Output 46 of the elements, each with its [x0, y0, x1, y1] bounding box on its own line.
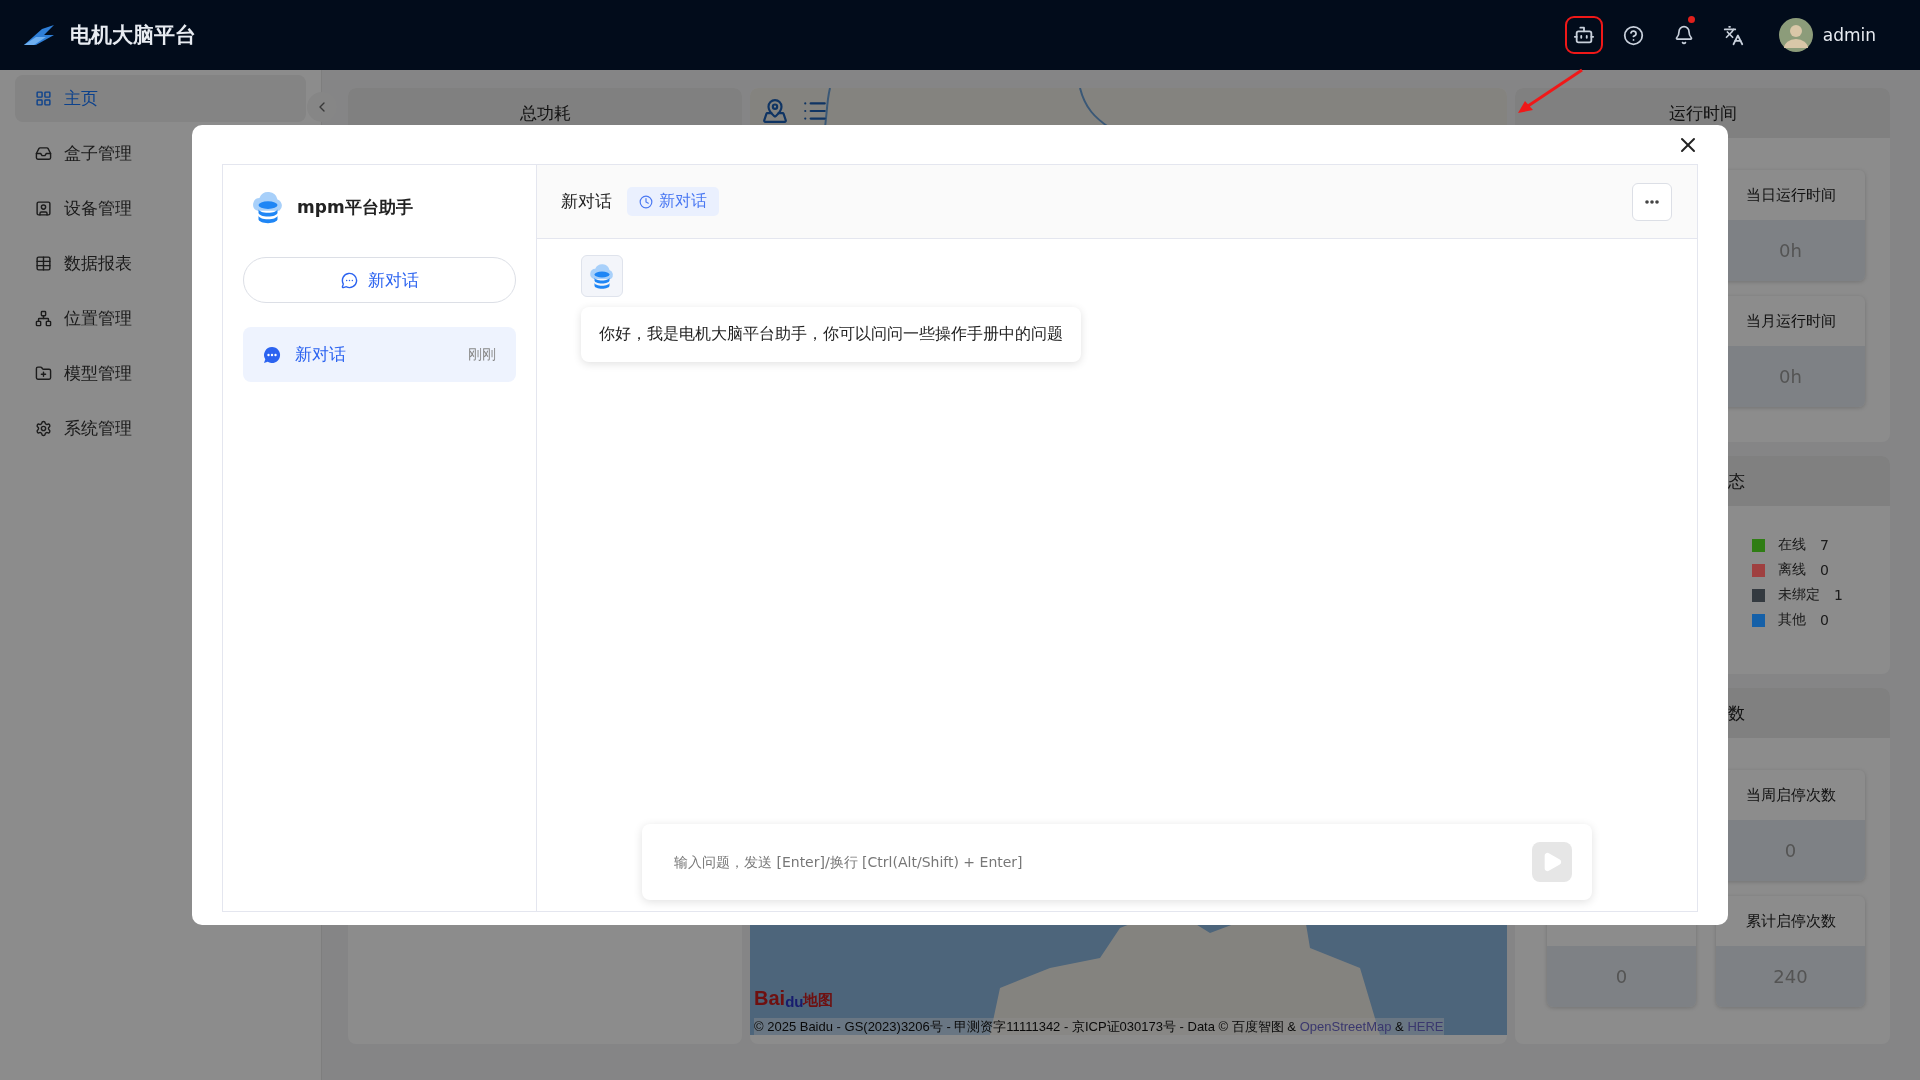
legend-count: 0 — [1820, 612, 1829, 628]
settings-icon — [35, 420, 52, 437]
username[interactable]: admin — [1822, 25, 1876, 45]
chat-title: 新对话 — [561, 190, 612, 213]
user-avatar[interactable] — [1778, 18, 1813, 52]
map-pin-icon[interactable] — [762, 98, 788, 124]
conversation-time: 刚刚 — [468, 345, 496, 364]
assistant-button[interactable] — [1564, 16, 1603, 54]
legend-count: 7 — [1820, 537, 1829, 553]
conversation-item[interactable]: 新对话 刚刚 — [243, 327, 516, 382]
conversation-title: 新对话 — [295, 343, 346, 366]
legend-label: 在线 — [1778, 536, 1807, 554]
chat-tag: 新对话 — [627, 187, 719, 216]
bell-icon — [1673, 25, 1694, 45]
sidebar-item[interactable]: 系统管理 — [15, 405, 306, 452]
map-link[interactable]: OpenStreetMap — [1299, 1019, 1392, 1034]
ellipsis-icon — [1645, 199, 1659, 204]
help-icon — [1623, 24, 1645, 46]
annotation-arrow — [1515, 68, 1585, 116]
assistant-name: mpm平台助手 — [297, 195, 413, 219]
device-icon — [35, 200, 52, 217]
table-icon — [35, 255, 52, 272]
chat-bubble-icon — [340, 271, 358, 289]
chat-bubble-icon — [263, 345, 281, 364]
translate-icon — [1723, 24, 1745, 46]
legend-label: 其他 — [1778, 611, 1807, 629]
stat-title: 当月运行时间 — [1744, 310, 1837, 332]
stat-title: 当日运行时间 — [1744, 184, 1837, 206]
folder-plus-icon — [35, 365, 52, 382]
stat-title: 当周启停次数 — [1744, 784, 1837, 806]
logo-icon — [22, 23, 56, 47]
grid-icon — [35, 90, 52, 107]
new-chat-button[interactable]: 新对话 — [243, 257, 516, 303]
legend-count: 0 — [1820, 562, 1829, 578]
robot-icon — [1572, 24, 1595, 46]
legend-label: 未绑定 — [1778, 586, 1820, 604]
app-title: 电机大脑平台 — [70, 22, 196, 49]
assistant-message: 你好，我是电机大脑平台助手，你可以问问一些操作手册中的问题 — [581, 307, 1081, 362]
legend-count: 1 — [1834, 587, 1843, 603]
legend-label: 离线 — [1778, 561, 1807, 579]
more-button[interactable] — [1632, 182, 1672, 221]
sidebar-item[interactable]: 盒子管理 — [15, 130, 306, 177]
stat-title: 累计启停次数 — [1744, 910, 1837, 932]
hierarchy-icon — [35, 310, 52, 327]
clock-icon — [639, 194, 653, 209]
inbox-icon — [35, 145, 52, 162]
